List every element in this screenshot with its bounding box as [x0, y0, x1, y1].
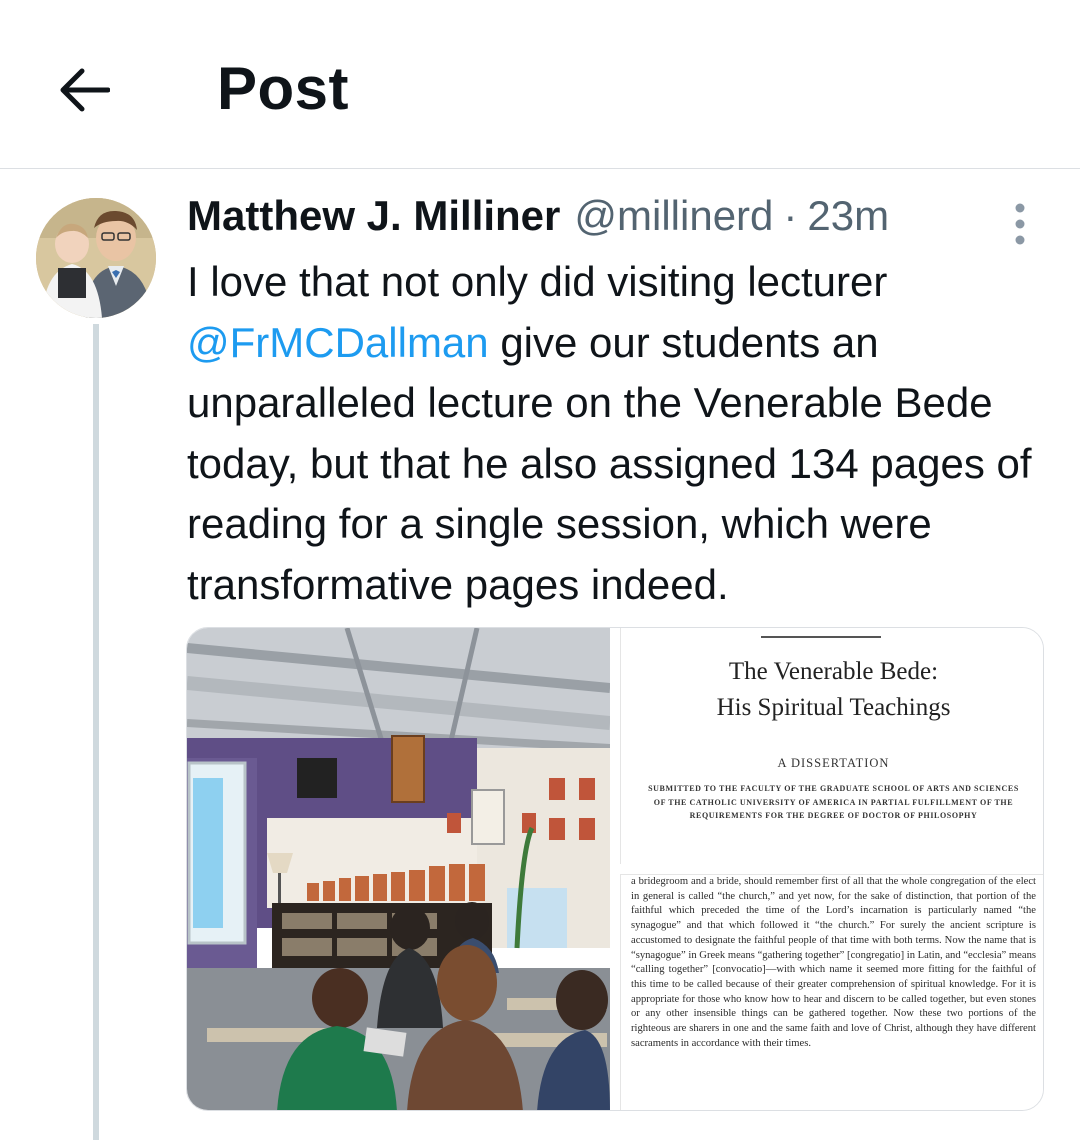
document-title-line2: His Spiritual Teachings — [716, 694, 951, 721]
avatar-photo — [36, 198, 156, 318]
author-name[interactable]: Matthew J. Milliner — [187, 192, 560, 240]
mention-link[interactable]: @FrMCDallman — [187, 319, 489, 366]
thread-line — [93, 324, 99, 1140]
media-grid: The Venerable Bede: His Spiritual Teachi… — [186, 627, 1044, 1111]
arrow-left-icon — [60, 68, 110, 112]
more-options-button[interactable] — [1002, 200, 1038, 248]
separator-dot: · — [783, 192, 798, 239]
document-subtitle: A DISSERTATION — [777, 756, 890, 770]
top-bar: Post — [0, 0, 1080, 169]
classroom-illustration — [187, 628, 610, 1110]
post-time[interactable]: 23m — [807, 192, 889, 240]
dissertation-page-excerpt[interactable]: a bridegroom and a bride, should remembe… — [620, 874, 1043, 1110]
author-handle[interactable]: @millinerd — [574, 192, 773, 240]
post-header: Matthew J. Milliner @millinerd · 23m — [187, 192, 889, 248]
avatar[interactable] — [36, 198, 156, 318]
page-excerpt-text: a bridegroom and a bride, should remembe… — [631, 876, 1036, 1049]
post-text-part-1: I love that not only did visiting lectur… — [187, 258, 888, 305]
back-button[interactable] — [52, 58, 116, 122]
title-rule — [761, 636, 881, 638]
page-title: Post — [217, 55, 350, 122]
post-text: I love that not only did visiting lectur… — [187, 252, 1067, 615]
media-gap — [610, 628, 620, 1110]
document-title-line1: The Venerable Bede: — [728, 658, 939, 685]
classroom-photo[interactable] — [187, 628, 610, 1110]
dissertation-title-page[interactable]: The Venerable Bede: His Spiritual Teachi… — [620, 628, 1043, 864]
document-submission-text: SUBMITTED TO THE FACULTY OF THE GRADUATE… — [648, 784, 1019, 820]
more-vertical-icon — [1015, 203, 1025, 245]
